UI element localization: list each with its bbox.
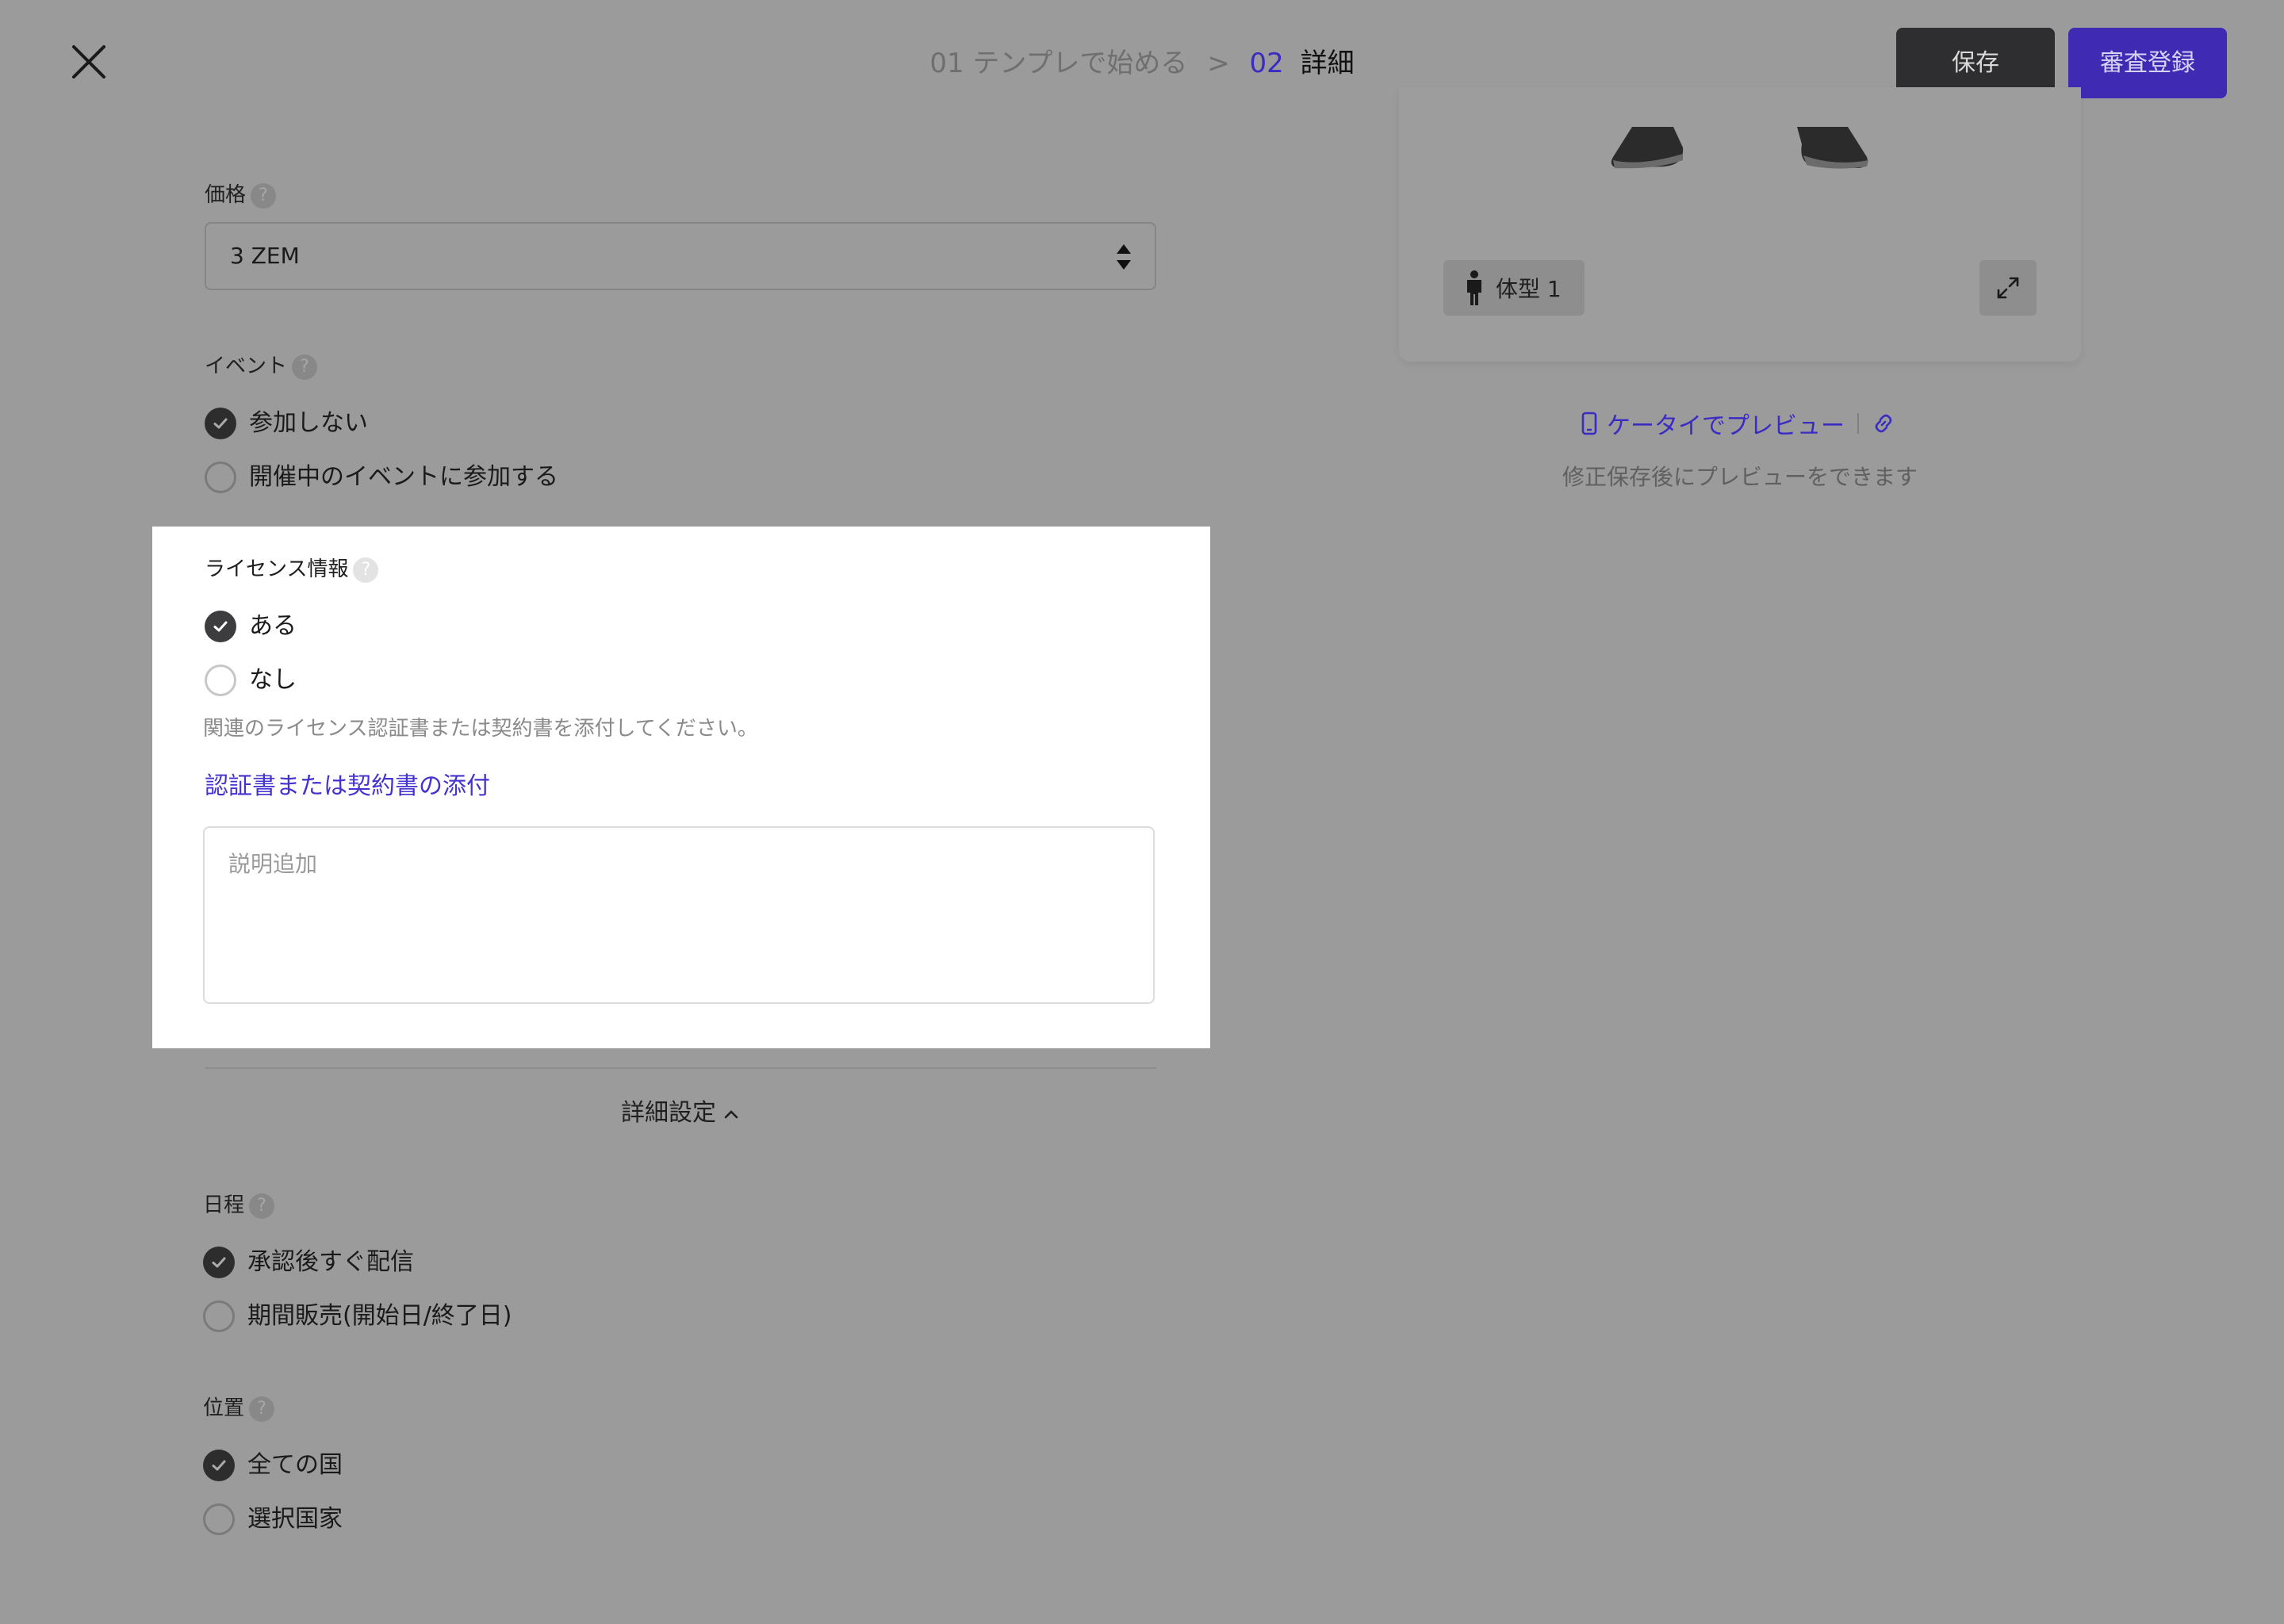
submit-for-review-button[interactable]: 審査登録 xyxy=(2068,28,2227,98)
body-type-label: 体型 1 xyxy=(1496,276,1562,302)
radio-checked-icon[interactable] xyxy=(205,611,236,642)
price-label-row: 価格? xyxy=(205,181,277,209)
event-option-no[interactable]: 参加しない xyxy=(205,408,368,439)
radio-checked-icon[interactable] xyxy=(203,1450,235,1481)
license-option-yes-label: ある xyxy=(249,612,297,640)
location-option-select-label: 選択国家 xyxy=(247,1505,343,1533)
schedule-option-immediate[interactable]: 承認後すぐ配信 xyxy=(203,1247,414,1278)
event-option-join[interactable]: 開催中のイベントに参加する xyxy=(205,462,558,493)
price-select[interactable]: 3 ZEM xyxy=(205,222,1156,290)
attach-certificate-link[interactable]: 認証書または契約書の添付 xyxy=(205,766,490,801)
preview-card xyxy=(1399,87,2081,362)
license-label: ライセンス情報 xyxy=(205,557,349,581)
schedule-help-icon[interactable]: ? xyxy=(249,1193,275,1219)
schedule-label: 日程 xyxy=(203,1193,245,1217)
radio-checked-icon[interactable] xyxy=(203,1247,235,1278)
radio-unchecked-icon[interactable] xyxy=(203,1300,235,1332)
license-label-row: ライセンス情報? xyxy=(205,555,379,584)
event-help-icon[interactable]: ? xyxy=(292,354,318,380)
breadcrumb-step-2-number: 02 xyxy=(1249,48,1284,79)
location-option-all-label: 全ての国 xyxy=(247,1451,343,1479)
mobile-preview-divider xyxy=(1857,413,1859,434)
description-input[interactable] xyxy=(203,826,1155,1004)
mobile-preview-row: ケータイでプレビュー xyxy=(1581,406,1895,441)
license-option-no[interactable]: なし xyxy=(205,665,297,696)
advanced-settings-label: 詳細設定 xyxy=(621,1099,716,1127)
mobile-preview-link[interactable]: ケータイでプレビュー xyxy=(1607,406,1845,441)
location-label-row: 位置? xyxy=(203,1394,275,1423)
phone-icon xyxy=(1581,412,1597,435)
expand-icon xyxy=(1997,277,2019,299)
person-icon xyxy=(1467,270,1481,305)
event-label-row: イベント? xyxy=(205,352,318,381)
advanced-settings-toggle[interactable]: 詳細設定 xyxy=(0,1097,1361,1129)
schedule-label-row: 日程? xyxy=(203,1191,275,1220)
breadcrumb-separator-icon: > xyxy=(1207,48,1230,79)
location-label: 位置 xyxy=(203,1396,245,1420)
radio-unchecked-icon[interactable] xyxy=(205,665,236,696)
price-help-icon[interactable]: ? xyxy=(251,182,277,209)
price-select-value: 3 ZEM xyxy=(230,243,300,269)
license-help-icon[interactable]: ? xyxy=(353,557,379,583)
preview-note: 修正保存後にプレビューをできます xyxy=(1562,464,1918,490)
section-divider xyxy=(205,1067,1156,1069)
price-label: 価格 xyxy=(205,183,247,207)
link-icon[interactable] xyxy=(1872,412,1895,435)
expand-preview-button[interactable] xyxy=(1979,260,2037,316)
event-option-join-label: 開催中のイベントに参加する xyxy=(249,463,558,491)
schedule-option-period[interactable]: 期間販売(開始日/終了日) xyxy=(203,1300,512,1332)
radio-unchecked-icon[interactable] xyxy=(203,1503,235,1535)
license-option-yes[interactable]: ある xyxy=(205,611,297,642)
radio-unchecked-icon[interactable] xyxy=(205,462,236,493)
schedule-option-period-label: 期間販売(開始日/終了日) xyxy=(247,1302,512,1330)
body-type-button[interactable]: 体型 1 xyxy=(1443,260,1585,316)
license-option-no-label: なし xyxy=(249,666,297,694)
radio-checked-icon[interactable] xyxy=(205,408,236,439)
shoe-left-icon xyxy=(1611,127,1684,169)
location-help-icon[interactable]: ? xyxy=(249,1396,275,1422)
location-option-select[interactable]: 選択国家 xyxy=(203,1503,343,1535)
breadcrumb-step-2-label: 詳細 xyxy=(1300,48,1355,79)
chevron-up-icon xyxy=(724,1109,738,1118)
location-option-all[interactable]: 全ての国 xyxy=(203,1450,343,1481)
event-option-no-label: 参加しない xyxy=(249,409,368,437)
event-label: イベント xyxy=(205,354,288,378)
schedule-option-immediate-label: 承認後すぐ配信 xyxy=(247,1248,414,1276)
select-arrows-icon xyxy=(1117,244,1131,270)
license-hint: 関連のライセンス認証書または契約書を添付してください。 xyxy=(203,717,758,741)
breadcrumb-step-1[interactable]: 01 テンプレで始める xyxy=(929,48,1187,79)
shoe-right-icon xyxy=(1797,127,1868,169)
